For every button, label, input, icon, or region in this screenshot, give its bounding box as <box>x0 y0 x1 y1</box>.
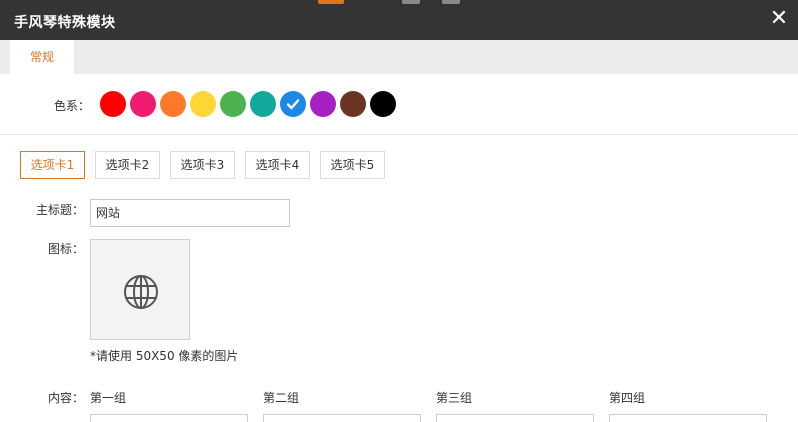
group-4-label: 第四组 <box>609 391 646 405</box>
window-title: 手风琴特殊模块 <box>14 15 116 31</box>
checkmark-icon <box>286 99 300 110</box>
color-swatch-green[interactable] <box>220 91 246 117</box>
group-1-input[interactable] <box>90 414 248 422</box>
title-bar <box>0 0 798 40</box>
top-mark-gray <box>442 0 460 4</box>
color-swatch-yellow[interactable] <box>190 91 216 117</box>
color-swatch-pink[interactable] <box>130 91 156 117</box>
group-2-input[interactable] <box>263 414 421 422</box>
icon-upload-box[interactable] <box>90 239 190 340</box>
tab-general[interactable]: 常规 <box>10 40 74 74</box>
subtab-2[interactable]: 选项卡2 <box>95 151 160 179</box>
title-bar-top-marks <box>0 0 798 6</box>
main-title-label: 主标题： <box>36 203 85 217</box>
group-3-input[interactable] <box>436 414 594 422</box>
group-1-label: 第一组 <box>90 391 127 405</box>
group-4-input[interactable] <box>609 414 767 422</box>
main-title-input[interactable]: 网站 <box>90 199 290 227</box>
close-icon[interactable]: ✕ <box>768 8 790 30</box>
color-swatch-brown[interactable] <box>340 91 366 117</box>
subtab-1[interactable]: 选项卡1 <box>20 151 85 179</box>
color-swatch-black[interactable] <box>370 91 396 117</box>
top-mark-gray <box>402 0 420 4</box>
section-divider <box>0 134 798 135</box>
subtab-5[interactable]: 选项卡5 <box>320 151 385 179</box>
group-2-label: 第二组 <box>263 391 300 405</box>
color-scheme-label: 色系： <box>54 99 91 113</box>
icon-label: 图标： <box>48 242 85 256</box>
color-swatch-red[interactable] <box>100 91 126 117</box>
subtab-4[interactable]: 选项卡4 <box>245 151 310 179</box>
color-swatch-blue[interactable] <box>280 91 306 117</box>
tab-bar <box>0 40 798 74</box>
group-3-label: 第三组 <box>436 391 473 405</box>
top-mark-orange <box>318 0 344 4</box>
icon-size-hint: *请使用 50X50 像素的图片 <box>90 349 239 363</box>
color-swatch-orange[interactable] <box>160 91 186 117</box>
content-label: 内容： <box>48 391 85 405</box>
color-swatch-purple[interactable] <box>310 91 336 117</box>
globe-icon <box>124 275 158 309</box>
subtab-3[interactable]: 选项卡3 <box>170 151 235 179</box>
color-swatch-teal[interactable] <box>250 91 276 117</box>
